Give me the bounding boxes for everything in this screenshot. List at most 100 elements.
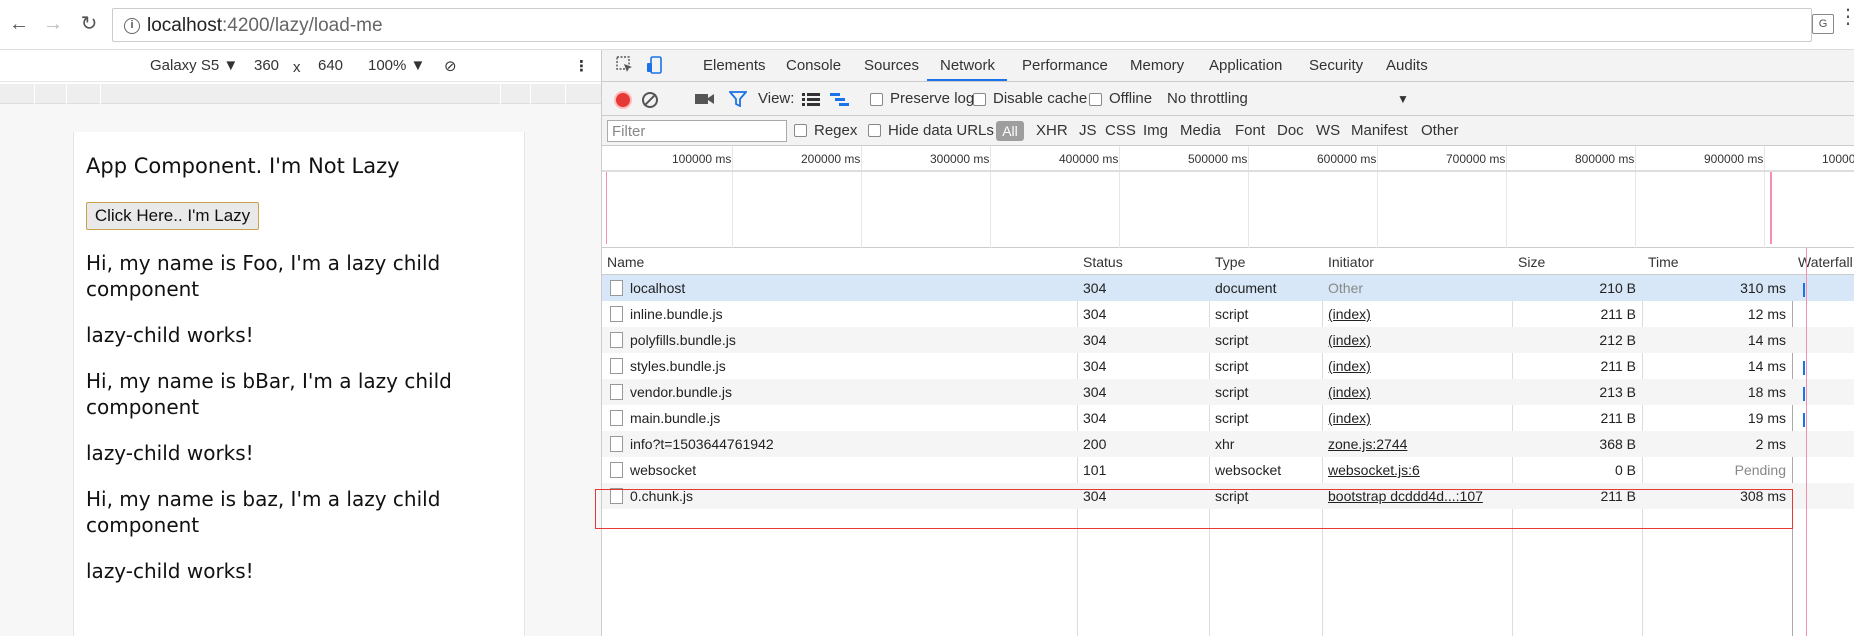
row-initiator-link[interactable]: (index) (1328, 306, 1371, 322)
regex-checkbox[interactable] (794, 124, 807, 137)
url-input[interactable]: i localhost:4200/lazy/load-me (112, 8, 1812, 42)
row-name: main.bundle.js (630, 410, 721, 426)
timeline-overview[interactable]: 100000 ms 200000 ms 300000 ms 400000 ms … (602, 146, 1854, 248)
row-initiator-link[interactable]: (index) (1328, 410, 1371, 426)
row-initiator-link[interactable]: (index) (1328, 358, 1371, 374)
timeline-label: 600000 ms (1317, 152, 1377, 166)
back-arrow-icon[interactable]: ← (6, 10, 32, 38)
timeline-selection[interactable] (606, 172, 1770, 244)
caret-down-icon[interactable]: ▼ (1397, 92, 1409, 106)
translate-icon[interactable]: G (1812, 14, 1834, 34)
tab-elements[interactable]: Elements (703, 57, 766, 74)
media-query-ruler[interactable] (0, 84, 601, 104)
filter-ws[interactable]: WS (1316, 122, 1340, 139)
zoom-value: 100% (368, 57, 407, 74)
filter-media[interactable]: Media (1180, 122, 1221, 139)
list-view-icon[interactable] (802, 92, 820, 106)
offline-checkbox[interactable] (1089, 93, 1102, 106)
table-row[interactable]: websocket 101 websocket websocket.js:6 0… (602, 457, 1854, 483)
zoom-select[interactable]: 100% ▼ (368, 57, 425, 74)
filter-img[interactable]: Img (1143, 122, 1168, 139)
row-type: websocket (1215, 462, 1282, 478)
column-time[interactable]: Time (1648, 254, 1679, 270)
disable-cache-checkbox[interactable] (973, 93, 986, 106)
row-type: script (1215, 410, 1249, 426)
table-row[interactable]: polyfills.bundle.js 304 script (index) 2… (602, 327, 1854, 353)
column-size[interactable]: Size (1518, 254, 1545, 270)
table-row[interactable]: info?t=1503644761942 200 xhr zone.js:274… (602, 431, 1854, 457)
table-row[interactable]: styles.bundle.js 304 script (index) 211 … (602, 353, 1854, 379)
filter-doc[interactable]: Doc (1277, 122, 1304, 139)
row-status: 101 (1083, 462, 1107, 478)
caret-down-icon: ▼ (223, 57, 239, 74)
waterfall-bar (1803, 413, 1805, 427)
filter-js[interactable]: JS (1079, 122, 1097, 139)
info-icon[interactable]: i (124, 18, 140, 34)
rotate-icon[interactable]: ⊘ (444, 57, 457, 75)
row-initiator-link[interactable]: zone.js:2744 (1328, 436, 1407, 452)
app-title: App Component. I'm Not Lazy (86, 154, 400, 178)
reload-icon[interactable]: ↻ (76, 10, 102, 38)
record-icon[interactable] (614, 91, 632, 109)
column-status[interactable]: Status (1083, 254, 1123, 270)
lazy-child-intro: Hi, my name is Foo, I'm a lazy child com… (86, 251, 441, 301)
forward-arrow-icon[interactable]: → (40, 10, 66, 38)
table-row[interactable]: inline.bundle.js 304 script (index) 211 … (602, 301, 1854, 327)
inspect-element-icon[interactable] (616, 56, 634, 74)
tab-audits[interactable]: Audits (1386, 57, 1428, 74)
timeline-label: 500000 ms (1188, 152, 1248, 166)
tab-sources[interactable]: Sources (864, 57, 919, 74)
table-row[interactable]: vendor.bundle.js 304 script (index) 213 … (602, 379, 1854, 405)
row-name: vendor.bundle.js (630, 384, 732, 400)
url-path: :4200/lazy/load-me (222, 15, 383, 36)
dimension-times: x (293, 59, 301, 76)
filter-other[interactable]: Other (1421, 122, 1459, 139)
filter-font[interactable]: Font (1235, 122, 1265, 139)
waterfall-bar (1803, 387, 1805, 401)
row-initiator-link[interactable]: bootstrap dcddd4d...:107 (1328, 488, 1483, 504)
tab-network[interactable]: Network (940, 57, 995, 74)
table-row[interactable]: main.bundle.js 304 script (index) 211 B … (602, 405, 1854, 431)
row-initiator-link[interactable]: (index) (1328, 332, 1371, 348)
clear-icon[interactable] (642, 92, 658, 108)
tab-application[interactable]: Application (1209, 57, 1282, 74)
kebab-menu-icon[interactable]: ⋮ (1838, 7, 1854, 27)
row-type: script (1215, 488, 1249, 504)
table-row[interactable]: 0.chunk.js 304 script bootstrap dcddd4d.… (602, 483, 1854, 509)
filter-all[interactable]: All (996, 121, 1024, 141)
timeline-label: 400000 ms (1059, 152, 1119, 166)
hide-data-urls-checkbox[interactable] (868, 124, 881, 137)
filter-css[interactable]: CSS (1105, 122, 1136, 139)
row-type: script (1215, 358, 1249, 374)
column-initiator[interactable]: Initiator (1328, 254, 1374, 270)
waterfall-view-icon[interactable] (830, 92, 850, 106)
throttling-select[interactable]: No throttling (1167, 90, 1248, 107)
column-name[interactable]: Name (607, 254, 644, 270)
tab-memory[interactable]: Memory (1130, 57, 1184, 74)
filter-funnel-icon[interactable] (729, 91, 747, 107)
preserve-log-checkbox[interactable] (870, 93, 883, 106)
row-name: websocket (630, 462, 697, 478)
tab-security[interactable]: Security (1309, 57, 1363, 74)
row-type: script (1215, 306, 1249, 322)
viewport-width[interactable]: 360 (254, 57, 279, 74)
row-initiator-link[interactable]: (index) (1328, 384, 1371, 400)
row-initiator-link[interactable]: websocket.js:6 (1328, 462, 1420, 478)
tab-console[interactable]: Console (786, 57, 841, 74)
device-toggle-icon[interactable] (646, 56, 664, 74)
tab-performance[interactable]: Performance (1022, 57, 1108, 74)
lazy-load-button[interactable]: Click Here.. I'm Lazy (86, 202, 259, 230)
column-type[interactable]: Type (1215, 254, 1245, 270)
filter-manifest[interactable]: Manifest (1351, 122, 1408, 139)
table-row[interactable]: localhost 304 document Other 210 B 310 m… (602, 275, 1854, 301)
view-label: View: (758, 90, 795, 107)
row-name: 0.chunk.js (630, 488, 694, 504)
row-time: 310 ms (1740, 280, 1786, 296)
screenshot-camera-icon[interactable] (695, 92, 715, 106)
viewport-height[interactable]: 640 (318, 57, 343, 74)
row-time: 308 ms (1740, 488, 1786, 504)
filter-input[interactable] (607, 120, 787, 142)
device-select[interactable]: Galaxy S5 ▼ (150, 57, 238, 74)
device-more-icon[interactable]: ⋮ (574, 57, 589, 75)
filter-xhr[interactable]: XHR (1036, 122, 1068, 139)
